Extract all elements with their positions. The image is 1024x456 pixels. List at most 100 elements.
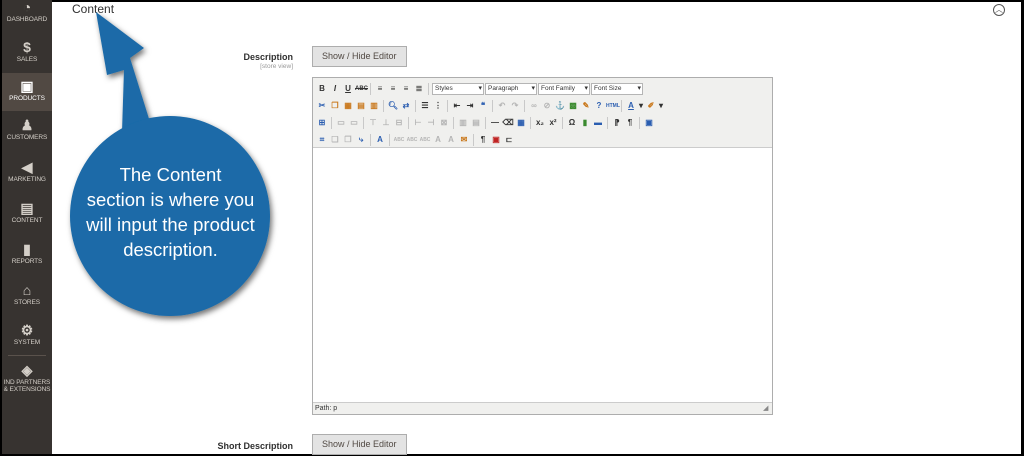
superscript-icon[interactable]: x² [547, 117, 559, 129]
link-icon[interactable]: ∞ [528, 100, 540, 112]
del-icon[interactable]: A [432, 134, 444, 146]
copy-icon[interactable]: ❐ [329, 100, 341, 112]
redo-icon[interactable]: ↷ [509, 100, 521, 112]
ltr-icon[interactable]: ⁋ [611, 117, 623, 129]
cut-icon[interactable]: ✂ [316, 100, 328, 112]
ins-icon[interactable]: A [445, 134, 457, 146]
html-icon[interactable]: HTML [606, 100, 620, 112]
bullet-list-icon[interactable]: ☰ [419, 100, 431, 112]
attributes-icon[interactable]: ✉ [458, 134, 470, 146]
find-icon[interactable]: 🔍︎ [387, 100, 399, 112]
undo-icon[interactable]: ↶ [496, 100, 508, 112]
font-size-select[interactable]: Font Size [591, 82, 643, 95]
nav-dashboard-label: DASHBOARD [6, 16, 48, 23]
italic-icon[interactable]: I [329, 83, 341, 95]
cleanup-icon[interactable]: ✎ [580, 100, 592, 112]
background-color-icon[interactable]: ✐ [645, 100, 657, 112]
nav-customers[interactable]: ♟ CUSTOMERS [2, 115, 52, 155]
help-icon[interactable]: ? [593, 100, 605, 112]
paste-word-icon[interactable]: ▥ [368, 100, 380, 112]
row-props-icon[interactable]: ▭ [335, 117, 347, 129]
advhr-icon[interactable]: ▬ [592, 117, 604, 129]
description-toggle-editor-button[interactable]: Show / Hide Editor [312, 46, 407, 67]
cell-props-icon[interactable]: ▭ [348, 117, 360, 129]
align-center-icon[interactable]: ≡ [387, 83, 399, 95]
toolbar-separator [331, 116, 332, 129]
font-family-select[interactable]: Font Family [538, 82, 590, 95]
megaphone-icon: ◀ [21, 159, 33, 175]
nonbreaking-icon[interactable]: ▣ [490, 134, 502, 146]
toolbar-separator [492, 99, 493, 112]
subscript-icon[interactable]: x₂ [534, 117, 546, 129]
image-icon[interactable]: ▩ [567, 100, 579, 112]
resize-grip-icon[interactable]: ◢ [763, 405, 771, 413]
nav-stores-label: STORES [13, 299, 40, 306]
acronym-icon[interactable]: ABC [406, 134, 418, 146]
absolute-icon[interactable]: ⤷ [355, 134, 367, 146]
outdent-icon[interactable]: ⇤ [451, 100, 463, 112]
nav-sales[interactable]: $ SALES [2, 37, 52, 77]
insert-table-icon[interactable]: ⊞ [316, 117, 328, 129]
short-description-toggle-editor-button[interactable]: Show / Hide Editor [312, 434, 407, 455]
chevron-down-icon[interactable]: ▾ [638, 100, 644, 112]
toolbar-separator [473, 133, 474, 146]
rtl-icon[interactable]: ¶ [624, 117, 636, 129]
sidebar-divider [8, 355, 46, 356]
col-before-icon[interactable]: ⊢ [412, 117, 424, 129]
underline-icon[interactable]: U [342, 83, 354, 95]
delete-row-icon[interactable]: ⊟ [393, 117, 405, 129]
style-props-icon[interactable]: A [374, 134, 386, 146]
chevron-down-icon[interactable]: ▾ [658, 100, 664, 112]
visual-chars-icon[interactable]: ¶ [477, 134, 489, 146]
nav-products[interactable]: ▣ PRODUCTS [2, 73, 52, 111]
nav-reports[interactable]: ▮ REPORTS [2, 239, 52, 279]
nav-partners-extensions[interactable]: ◈ IND PARTNERS & EXTENSIONS [2, 360, 52, 400]
align-right-icon[interactable]: ≡ [400, 83, 412, 95]
merge-cells-icon[interactable]: ▤ [470, 117, 482, 129]
nav-marketing-label: MARKETING [8, 176, 46, 183]
media-icon[interactable]: ▮ [579, 117, 591, 129]
paste-icon[interactable]: ▦ [342, 100, 354, 112]
remove-format-icon[interactable]: ⌫ [502, 117, 514, 129]
visual-aid-icon[interactable]: ▦ [515, 117, 527, 129]
strikethrough-icon[interactable]: ABC [355, 83, 368, 95]
move-backward-icon[interactable]: ❐ [342, 134, 354, 146]
row-before-icon[interactable]: ⊤ [367, 117, 379, 129]
nav-content[interactable]: ▤ CONTENT [2, 198, 52, 238]
split-cells-icon[interactable]: ▥ [457, 117, 469, 129]
fullscreen-icon[interactable]: ▣ [643, 117, 655, 129]
nav-system[interactable]: ⚙ SYSTEM [2, 320, 52, 360]
row-after-icon[interactable]: ⊥ [380, 117, 392, 129]
nav-marketing[interactable]: ◀ MARKETING [2, 157, 52, 197]
gear-icon: ⚙ [20, 322, 34, 338]
numbered-list-icon[interactable]: ⋮ [432, 100, 444, 112]
nav-stores[interactable]: ⌂ STORES [2, 280, 52, 320]
indent-icon[interactable]: ⇥ [464, 100, 476, 112]
insert-layer-icon[interactable]: ⌗ [316, 134, 328, 146]
unlink-icon[interactable]: ⊘ [541, 100, 553, 112]
cite-icon[interactable]: ABC [393, 134, 405, 146]
horizontal-rule-icon[interactable]: — [489, 117, 501, 129]
align-justify-icon[interactable]: ≣ [413, 83, 425, 95]
text-color-icon[interactable]: A [625, 100, 637, 112]
move-forward-icon[interactable]: ❏ [329, 134, 341, 146]
special-char-icon[interactable]: Ω [566, 117, 578, 129]
abbr-icon[interactable]: ABC [419, 134, 431, 146]
delete-col-icon[interactable]: ⊠ [438, 117, 450, 129]
toolbar-row-2: ✂ ❐ ▦ ▤ ▥ 🔍︎ ⇄ ☰ ⋮ ⇤ ⇥ ❝ ↶ ↷ ∞ ⊘ ⚓ ▩ ✎ ?… [316, 98, 664, 113]
replace-icon[interactable]: ⇄ [400, 100, 412, 112]
nav-dashboard[interactable]: ◔ DASHBOARD [2, 0, 52, 26]
paragraph-select[interactable]: Paragraph [485, 82, 537, 95]
toolbar-separator [383, 99, 384, 112]
anchor-icon[interactable]: ⚓ [554, 100, 566, 112]
align-left-icon[interactable]: ≡ [374, 83, 386, 95]
col-after-icon[interactable]: ⊣ [425, 117, 437, 129]
paste-text-icon[interactable]: ▤ [355, 100, 367, 112]
blockquote-icon[interactable]: ❝ [477, 100, 489, 112]
bold-icon[interactable]: B [316, 83, 328, 95]
toolbar-separator [363, 116, 364, 129]
collapse-icon[interactable]: ︿ [993, 4, 1005, 16]
pagebreak-icon[interactable]: ⊏ [503, 134, 515, 146]
editor-content-area[interactable] [313, 148, 772, 402]
styles-select[interactable]: Styles [432, 82, 484, 95]
